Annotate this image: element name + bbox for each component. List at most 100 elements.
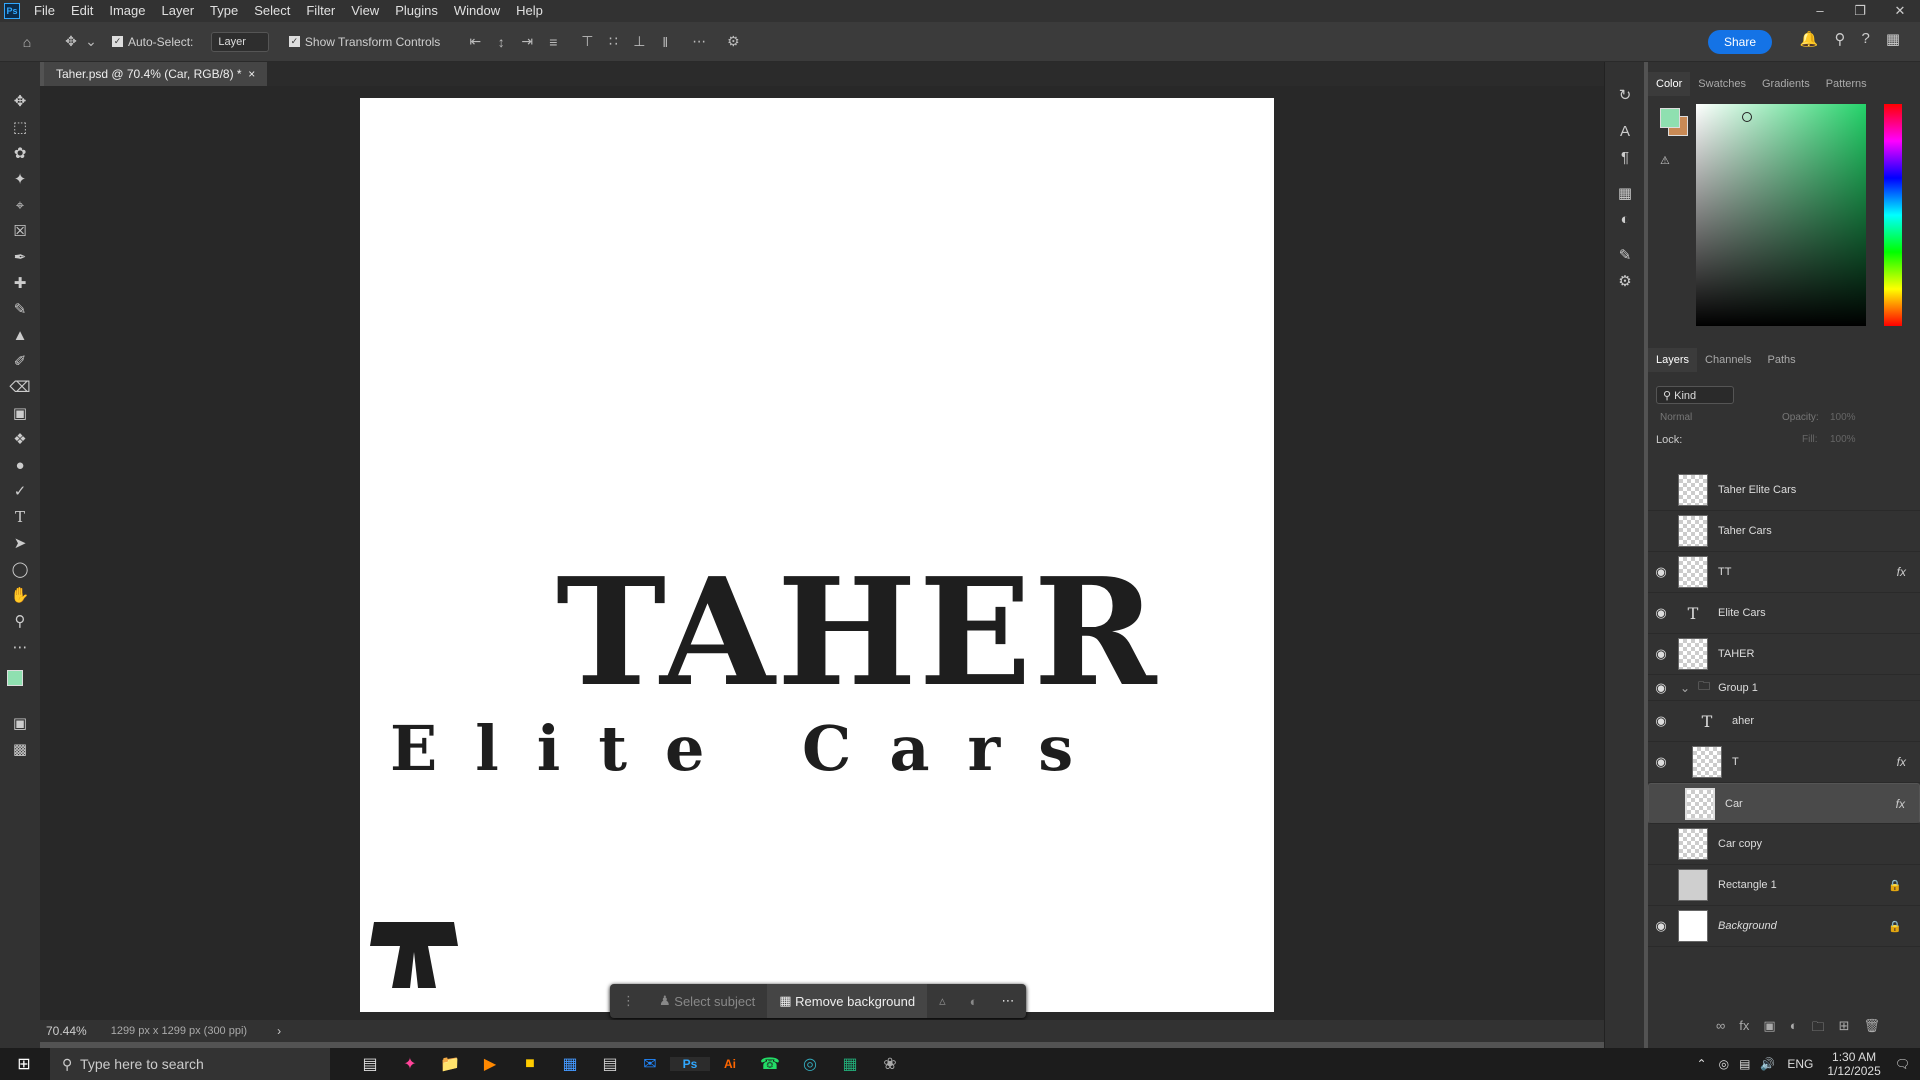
layer-row-selected[interactable]: Car fx — [1648, 783, 1920, 824]
network-icon[interactable]: ▤ — [1739, 1057, 1750, 1071]
eyedropper-icon[interactable]: ✒ — [0, 244, 40, 270]
fx-icon[interactable]: fx — [1897, 565, 1906, 579]
move-tool-icon[interactable]: ✥ — [58, 33, 84, 50]
taskbar-search-box[interactable]: ⚲ Type here to search — [50, 1048, 330, 1080]
excel-icon[interactable]: ▦ — [830, 1054, 870, 1074]
history-icon[interactable]: ↻ — [1605, 82, 1645, 108]
dodge-tool-icon[interactable]: ● — [0, 452, 40, 478]
libraries-icon[interactable]: ▦ — [1605, 180, 1645, 206]
character-icon[interactable]: A — [1605, 118, 1645, 144]
layer-row[interactable]: Car copy — [1648, 824, 1920, 865]
adjustments-icon[interactable]: ◐ — [1605, 206, 1645, 232]
share-button[interactable]: Share — [1707, 30, 1772, 54]
clipchamp-icon[interactable]: ▤ — [590, 1054, 630, 1074]
distribute-vertical-icon[interactable]: ‖ — [652, 34, 678, 50]
menu-window[interactable]: Window — [446, 0, 508, 22]
adjustment-icon[interactable]: ◐ — [1790, 1018, 1798, 1040]
tab-layers[interactable]: Layers — [1648, 348, 1698, 372]
zoom-level[interactable]: 70.44% — [46, 1024, 87, 1038]
align-bottom-icon[interactable]: ⊥ — [626, 33, 652, 50]
brush-tool-icon[interactable]: ✎ — [0, 296, 40, 322]
sticky-notes-icon[interactable]: ■ — [510, 1055, 550, 1073]
align-top-icon[interactable]: ⊤ — [574, 33, 600, 50]
chevron-down-icon[interactable]: ⌄ — [1680, 681, 1690, 695]
zoom-tool-icon[interactable]: ⚲ — [0, 608, 40, 634]
gear-icon[interactable]: ⚙ — [720, 33, 746, 50]
layer-row[interactable]: ◉ TT fx — [1648, 552, 1920, 593]
eye-icon[interactable]: ◉ — [1648, 646, 1674, 662]
outlook-icon[interactable]: ✉ — [630, 1054, 670, 1074]
stamp-tool-icon[interactable]: ▲ — [0, 322, 40, 348]
pen-tool-icon[interactable]: ✓ — [0, 478, 40, 504]
color-picker-cursor[interactable] — [1742, 112, 1752, 122]
history-brush-icon[interactable]: ✐ — [0, 348, 40, 374]
blur-tool-icon[interactable]: ❖ — [0, 426, 40, 452]
menu-select[interactable]: Select — [246, 0, 298, 22]
menu-edit[interactable]: Edit — [63, 0, 101, 22]
menu-image[interactable]: Image — [101, 0, 153, 22]
windows-start-icon[interactable]: ⊞ — [4, 1054, 44, 1074]
align-center-icon[interactable]: ↕ — [488, 34, 514, 50]
lasso-tool-icon[interactable]: ✿ — [0, 140, 40, 166]
adjustment-icon[interactable]: ◐ — [958, 984, 990, 1018]
layer-row[interactable]: ◉ Background 🔒 — [1648, 906, 1920, 947]
tab-swatches[interactable]: Swatches — [1690, 72, 1754, 96]
layer-row[interactable]: Taher Cars — [1648, 511, 1920, 552]
remove-background-button[interactable]: ▦ Remove background — [767, 984, 928, 1018]
mask-icon[interactable]: ▵ — [927, 984, 958, 1018]
chevron-right-icon[interactable]: › — [277, 1024, 281, 1038]
layer-row[interactable]: ◉ T Elite Cars — [1648, 593, 1920, 634]
menu-view[interactable]: View — [343, 0, 387, 22]
opacity-field[interactable]: 100% — [1830, 412, 1856, 423]
tab-color[interactable]: Color — [1648, 72, 1691, 96]
tab-gradients[interactable]: Gradients — [1754, 72, 1818, 96]
clock[interactable]: 1:30 AM 1/12/2025 — [1827, 1050, 1880, 1078]
align-right-icon[interactable]: ⇥ — [514, 33, 540, 50]
transform-controls-checkbox[interactable]: ✓ Show Transform Controls — [288, 35, 440, 49]
gamut-warning-icon[interactable]: ⚠ — [1660, 154, 1670, 167]
properties-icon[interactable]: ⚙ — [1605, 268, 1645, 294]
menu-layer[interactable]: Layer — [154, 0, 203, 22]
document-tab[interactable]: Taher.psd @ 70.4% (Car, RGB/8) * × — [44, 62, 268, 86]
more-tools-icon[interactable]: ⋯ — [0, 634, 40, 660]
align-middle-icon[interactable]: ∷ — [600, 33, 626, 50]
drag-handle-icon[interactable]: ⋮ — [610, 984, 647, 1018]
tab-patterns[interactable]: Patterns — [1818, 72, 1875, 96]
notification-icon[interactable]: 🗨 — [1895, 1057, 1910, 1071]
paint-icon[interactable]: ❀ — [870, 1054, 910, 1074]
new-layer-icon[interactable]: ⊞ — [1839, 1018, 1850, 1040]
media-player-icon[interactable]: ▶ — [470, 1054, 510, 1074]
brushes-icon[interactable]: ✎ — [1605, 242, 1645, 268]
auto-select-checkbox[interactable]: ✓ Auto-Select: — [112, 35, 193, 49]
whatsapp-icon[interactable]: ☎ — [750, 1054, 790, 1074]
blend-mode-dropdown[interactable]: Normal — [1656, 410, 1776, 428]
menu-filter[interactable]: Filter — [298, 0, 343, 22]
hand-tool-icon[interactable]: ✋ — [0, 582, 40, 608]
layer-row[interactable]: ◉ Taher — [1648, 701, 1920, 742]
file-explorer-icon[interactable]: 📁 — [430, 1054, 470, 1074]
gradient-tool-icon[interactable]: ▣ — [0, 400, 40, 426]
fx-icon[interactable]: fx — [1739, 1018, 1749, 1040]
bell-icon[interactable]: 🔔 — [1800, 30, 1819, 48]
fill-field[interactable]: 100% — [1830, 434, 1856, 445]
menu-help[interactable]: Help — [508, 0, 551, 22]
fx-icon[interactable]: fx — [1896, 797, 1905, 811]
screen-mode-icon[interactable]: ▩ — [0, 736, 40, 762]
hue-slider[interactable] — [1884, 104, 1902, 326]
search-icon[interactable]: ⚲ — [1834, 30, 1845, 48]
layer-row[interactable]: Taher Elite Cars — [1648, 470, 1920, 511]
close-tab-icon[interactable]: × — [248, 67, 255, 81]
language-indicator[interactable]: ENG — [1787, 1057, 1813, 1071]
menu-plugins[interactable]: Plugins — [387, 0, 446, 22]
layer-row[interactable]: Rectangle 1 🔒 — [1648, 865, 1920, 906]
color-picker-field[interactable] — [1696, 104, 1866, 326]
menu-type[interactable]: Type — [202, 0, 246, 22]
eye-icon[interactable]: ◉ — [1648, 754, 1674, 770]
close-icon[interactable]: ✕ — [1880, 0, 1920, 22]
marquee-tool-icon[interactable]: ⬚ — [0, 114, 40, 140]
volume-icon[interactable]: 🔊 — [1760, 1057, 1775, 1071]
folder-icon[interactable]: 🗀 — [1812, 1018, 1825, 1040]
eye-icon[interactable]: ◉ — [1648, 680, 1674, 696]
menu-file[interactable]: File — [26, 0, 63, 22]
auto-select-dropdown[interactable]: Layer — [211, 31, 269, 52]
